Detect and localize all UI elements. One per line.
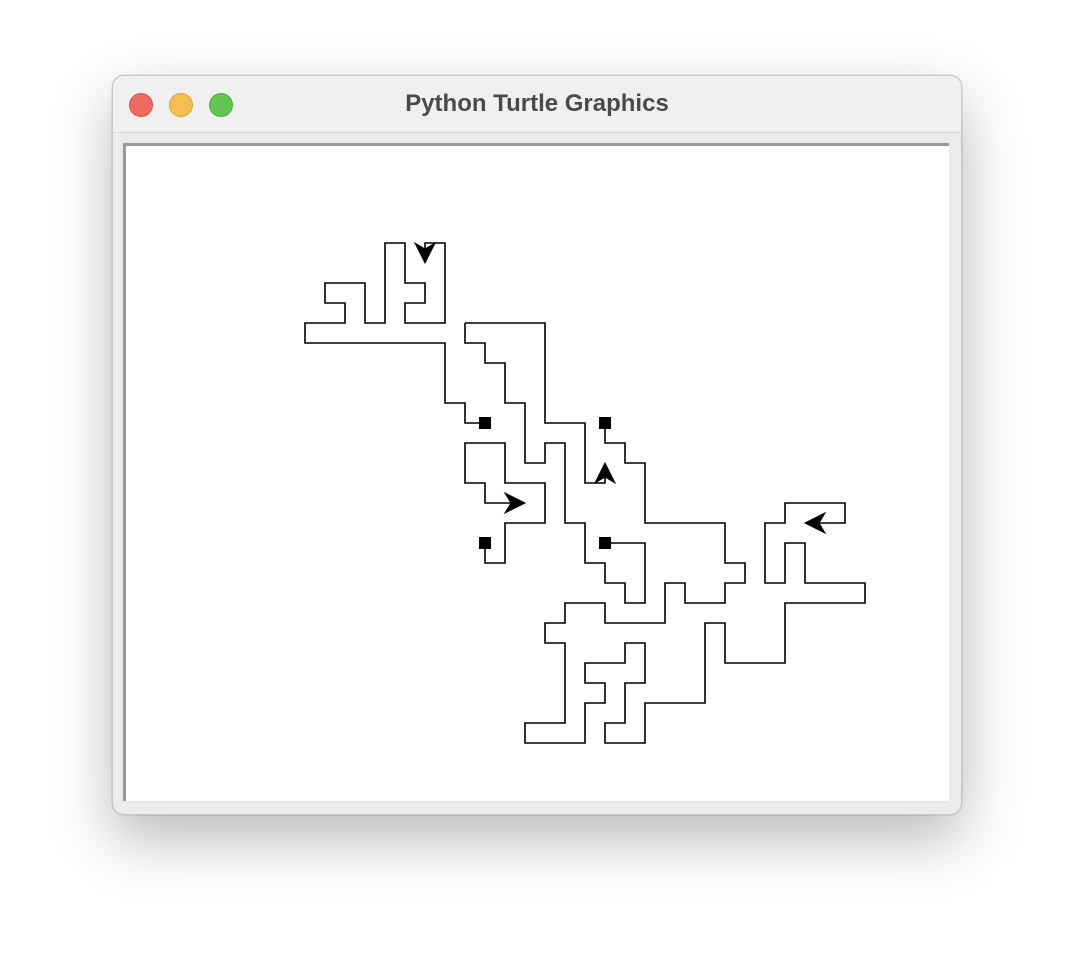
- stamp-square: [479, 537, 491, 549]
- turtle-trail-path: [524, 423, 866, 744]
- turtle-trail-path: [464, 323, 646, 604]
- stamp-square: [479, 417, 491, 429]
- turtle-trail-path: [465, 322, 606, 484]
- turtle-drawing: [304, 241, 866, 744]
- stamp-square: [599, 537, 611, 549]
- turtle-trail-path: [304, 242, 485, 424]
- stamp-square: [599, 417, 611, 429]
- turtle-trail-path: [464, 442, 546, 564]
